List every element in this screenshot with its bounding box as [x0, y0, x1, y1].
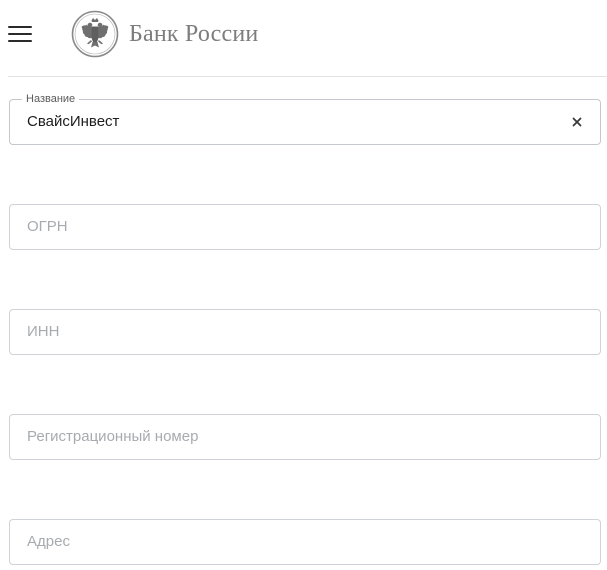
- bank-logo[interactable]: Банк России: [71, 10, 258, 58]
- registration-number-field-placeholder: Регистрационный номер: [27, 428, 199, 445]
- ogrn-field[interactable]: ОГРН: [9, 204, 601, 250]
- menu-bar: [8, 26, 32, 28]
- inn-field[interactable]: ИНН: [9, 309, 601, 355]
- hamburger-menu-icon[interactable]: [6, 22, 34, 44]
- double-headed-eagle-emblem-icon: [71, 10, 119, 58]
- menu-bar: [8, 40, 32, 42]
- inn-field-placeholder: ИНН: [27, 323, 60, 340]
- name-field-value: СвайсИнвест: [27, 113, 120, 130]
- header-divider: [8, 76, 607, 77]
- close-icon[interactable]: [568, 113, 586, 131]
- menu-bar: [8, 33, 32, 35]
- name-field[interactable]: Название СвайсИнвест: [9, 92, 601, 145]
- logo-text: Банк России: [129, 20, 259, 47]
- site-header: Банк России: [0, 0, 607, 77]
- registration-number-field[interactable]: Регистрационный номер: [9, 414, 601, 460]
- ogrn-field-placeholder: ОГРН: [27, 218, 68, 235]
- address-field[interactable]: Адрес: [9, 519, 601, 565]
- address-field-placeholder: Адрес: [27, 533, 70, 550]
